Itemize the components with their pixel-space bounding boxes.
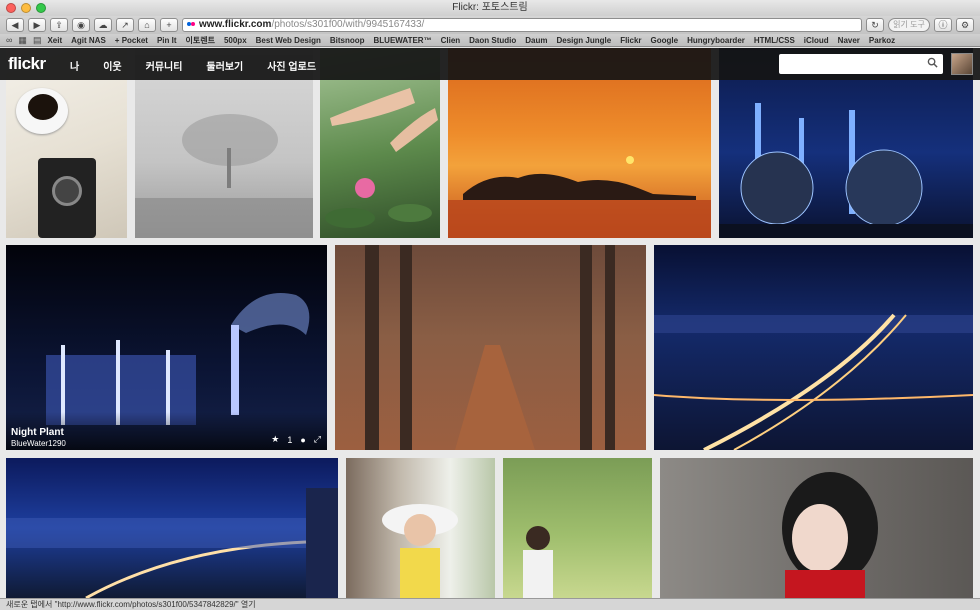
icloud-button[interactable]: ☁ — [94, 18, 112, 32]
browser-window: Flickr: 포토스트림 ◀ ▶ ⇪ ◉ ☁ ↗ ⌂ + www.flickr… — [0, 0, 980, 610]
expand-icon[interactable]: ⤢ — [314, 434, 321, 445]
reload-button[interactable]: ↻ — [866, 18, 884, 32]
bookmark-item[interactable]: 500px — [224, 36, 247, 45]
coffee-shape — [28, 94, 58, 120]
bookmark-item[interactable]: Agit NAS — [71, 36, 106, 45]
bookmark-item[interactable]: Best Web Design — [256, 36, 321, 45]
gear-icon: ⚙ — [960, 20, 970, 30]
flickr-nav: 나 이웃 커뮤니티 둘러보기 사진 업로드 — [70, 58, 316, 73]
address-bar[interactable]: www.flickr.com/photos/s301f00/with/99451… — [182, 18, 862, 32]
arrow-out-icon: ↗ — [121, 20, 129, 30]
nav-item-contacts[interactable]: 이웃 — [103, 58, 121, 73]
plus-icon: + — [166, 20, 172, 30]
bookmark-item[interactable]: Parkoz — [869, 36, 895, 45]
nav-item-community[interactable]: 커뮤니티 — [146, 58, 183, 73]
url-path: /photos/s301f00/with/9945167433/ — [271, 19, 425, 30]
bookmark-item[interactable]: BLUEWATER™ — [374, 36, 432, 45]
window-titlebar: Flickr: 포토스트림 — [0, 0, 980, 16]
flickr-favicon — [187, 22, 195, 28]
photo-tile-portrait-red-scarf[interactable] — [660, 458, 973, 598]
reading-list-icon[interactable]: ∞ — [6, 35, 12, 45]
reader-button[interactable]: 읽기 도구 — [888, 18, 930, 32]
photo-tile-girl-grass[interactable] — [503, 458, 652, 598]
forward-button[interactable]: ▶ — [28, 18, 46, 32]
photo-tile-city-highway[interactable] — [654, 245, 973, 450]
flickr-logo[interactable]: flickr — [8, 54, 46, 74]
photo-caption: Night Plant BlueWater1290 ★ 1 ● ⤢ — [6, 412, 327, 450]
bookmark-item[interactable]: + Pocket — [115, 36, 148, 45]
nav-item-explore[interactable]: 둘러보기 — [206, 58, 243, 73]
bookmark-item[interactable]: Daum — [525, 36, 547, 45]
photo-tile-night-plant[interactable]: Night Plant BlueWater1290 ★ 1 ● ⤢ — [6, 245, 327, 450]
reload-icon: ↻ — [871, 20, 879, 30]
info-icon: ⓘ — [938, 20, 948, 30]
top-sites-icon[interactable]: ▤ — [33, 35, 42, 46]
cloud-icon: ☁ — [98, 20, 108, 30]
photo-title[interactable]: Night Plant — [11, 427, 64, 438]
extension-button[interactable]: ◉ — [72, 18, 90, 32]
url-domain: www.flickr.com — [199, 19, 272, 30]
new-tab-button[interactable]: + — [160, 18, 178, 32]
forward-arrow-icon: ▶ — [33, 20, 41, 30]
search-icon[interactable] — [927, 57, 938, 68]
nav-item-upload[interactable]: 사진 업로드 — [267, 58, 316, 73]
home-icon: ⌂ — [144, 20, 150, 30]
bookmark-item[interactable]: Google — [651, 36, 679, 45]
flickr-header: flickr 나 이웃 커뮤니티 둘러보기 사진 업로드 — [0, 48, 980, 80]
send-button[interactable]: ↗ — [116, 18, 134, 32]
bookmark-item[interactable]: Xeit — [47, 36, 62, 45]
photo-tile-city-night[interactable] — [6, 458, 338, 598]
nav-item-you[interactable]: 나 — [70, 58, 79, 73]
portrait-shape — [782, 472, 878, 598]
star-icon[interactable]: ★ — [271, 434, 279, 445]
bookmark-item[interactable]: Pin It — [157, 36, 177, 45]
forest-path-shape — [365, 245, 615, 450]
bookmark-item[interactable]: Design Jungle — [557, 36, 612, 45]
bookmark-item[interactable]: 이토렌트 — [186, 35, 215, 46]
browser-toolbar: ◀ ▶ ⇪ ◉ ☁ ↗ ⌂ + www.flickr.com/photos/s3… — [0, 16, 980, 34]
highway-lights-shape — [654, 313, 973, 450]
bookmark-item[interactable]: Bitsnoop — [330, 36, 365, 45]
close-window-button[interactable] — [6, 3, 16, 13]
bookmark-item[interactable]: Flickr — [620, 36, 641, 45]
photo-owner[interactable]: BlueWater1290 — [11, 439, 66, 448]
bookmark-item[interactable]: HTML/CSS — [754, 36, 795, 45]
bookmarks-bar: ∞ ▦ ▤ Xeit Agit NAS + Pocket Pin It 이토렌트… — [0, 34, 980, 47]
user-avatar[interactable] — [951, 53, 973, 75]
photo-actions: ★ 1 ● ⤢ — [271, 434, 321, 445]
city-night-shape — [6, 488, 338, 598]
fav-count: 1 — [287, 434, 293, 445]
status-bar: 새로운 탭에서 "http://www.flickr.com/photos/s3… — [0, 598, 980, 610]
girl-hat-shape — [382, 504, 458, 598]
girl-grass-shape — [523, 526, 553, 598]
settings-button[interactable]: ⚙ — [956, 18, 974, 32]
home-button[interactable]: ⌂ — [138, 18, 156, 32]
minimize-window-button[interactable] — [21, 3, 31, 13]
comment-icon[interactable]: ● — [300, 435, 305, 445]
camera-lens-shape — [52, 176, 82, 206]
bookmark-item[interactable]: iCloud — [804, 36, 829, 45]
photo-tile-girl-hat[interactable] — [346, 458, 495, 598]
bookmark-item[interactable]: Daon Studio — [469, 36, 516, 45]
window-controls — [6, 3, 46, 13]
share-icon: ⇪ — [55, 20, 63, 30]
back-button[interactable]: ◀ — [6, 18, 24, 32]
bookmark-item[interactable]: Clien — [441, 36, 461, 45]
flickr-search-input[interactable] — [779, 54, 943, 74]
back-arrow-icon: ◀ — [11, 20, 19, 30]
window-title: Flickr: 포토스트림 — [452, 2, 528, 13]
bookmark-item[interactable]: Naver — [838, 36, 860, 45]
extension-icon: ◉ — [77, 20, 85, 30]
info-button[interactable]: ⓘ — [934, 18, 952, 32]
zoom-window-button[interactable] — [36, 3, 46, 13]
photo-tile-forest-path[interactable] — [335, 245, 646, 450]
bookmarks-book-icon[interactable]: ▦ — [18, 35, 27, 46]
share-button[interactable]: ⇪ — [50, 18, 68, 32]
bookmark-item[interactable]: Hungryboarder — [687, 36, 745, 45]
